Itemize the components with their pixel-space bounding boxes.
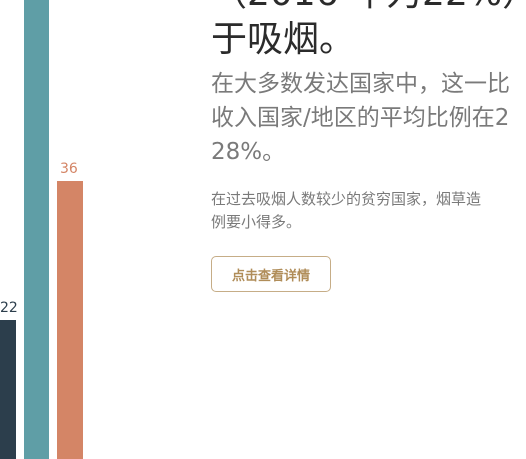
- subline-3: 28%。: [211, 139, 286, 165]
- bar-label-36: 36: [60, 161, 78, 177]
- body-text-1: 在过去吸烟人数较少的贫穷国家，烟草造: [211, 190, 482, 208]
- body-text-2: 例要小得多。: [211, 213, 302, 231]
- bar-label-22: 22: [0, 300, 18, 316]
- subline-1: 在大多数发达国家中，这一比: [211, 71, 510, 97]
- headline-partial: （2016 年为22%）: [211, 0, 526, 14]
- view-details-button[interactable]: 点击查看详情: [211, 256, 331, 292]
- subline-2: 收入国家/地区的平均比例在2: [211, 105, 510, 131]
- bar-dark: [0, 320, 16, 459]
- page: 22 36 （2016 年为22%） 于吸烟。 在大多数发达国家中，这一比 收入…: [0, 0, 526, 459]
- bar-teal: [24, 0, 49, 459]
- headline: 于吸烟。: [211, 19, 356, 60]
- bar-orange: [57, 181, 83, 459]
